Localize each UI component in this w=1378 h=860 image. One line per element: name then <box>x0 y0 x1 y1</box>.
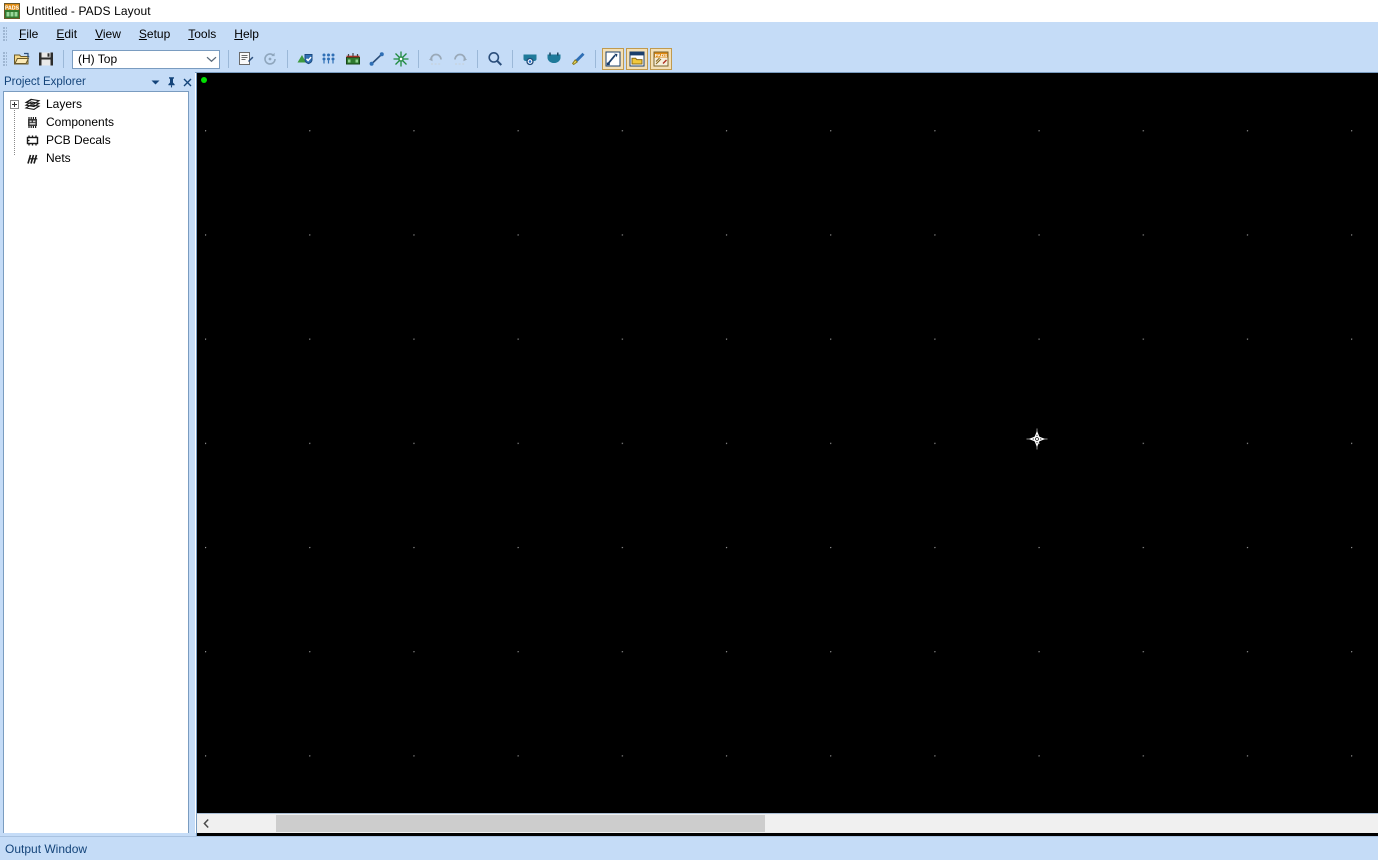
menu-setup-label: etup <box>146 27 171 41</box>
menu-view[interactable]: View <box>86 25 130 43</box>
menu-setup[interactable]: Setup <box>130 25 179 43</box>
project-explorer-tree: Layers Components PCB Decals Nets <box>3 91 189 860</box>
toolbar-separator-1 <box>63 50 64 68</box>
toolbar-separator-2 <box>228 50 229 68</box>
components-icon <box>24 115 41 130</box>
query-part-button[interactable] <box>519 48 541 70</box>
menu-bar: File Edit View Setup Tools Help <box>0 22 1378 46</box>
menu-help-label: elp <box>242 27 259 41</box>
toolbar-separator-3 <box>287 50 288 68</box>
origin-marker <box>201 77 207 83</box>
expand-layers-icon[interactable] <box>10 99 19 109</box>
pads-layout-window: PADS Untitled - PADS Layout File Edit Vi… <box>0 0 1378 860</box>
board-outline-button[interactable] <box>342 48 364 70</box>
layout-canvas[interactable] <box>197 73 1378 814</box>
tree-item-pcb-decals[interactable]: PCB Decals <box>4 131 188 149</box>
menu-file-label: ile <box>26 27 39 41</box>
refresh-button[interactable] <box>259 48 281 70</box>
design-grid <box>197 73 1378 814</box>
chevron-down-icon[interactable] <box>147 75 163 90</box>
layer-select-value: (H) Top <box>78 52 118 66</box>
pin-icon[interactable] <box>163 75 179 90</box>
tree-item-nets[interactable]: Nets <box>4 149 188 167</box>
tree-item-label: PCB Decals <box>46 133 111 147</box>
toolbar-separator-6 <box>512 50 513 68</box>
toolbar-separator-5 <box>477 50 478 68</box>
pads-router-button[interactable] <box>602 48 624 70</box>
window-title: Untitled - PADS Layout <box>26 4 151 18</box>
project-explorer-header: Project Explorer <box>0 73 195 91</box>
layers-icon <box>24 97 41 112</box>
nets-icon <box>24 151 41 166</box>
pads-layout-button[interactable]: PADS <box>650 48 672 70</box>
toolbar-grip-handle[interactable] <box>3 52 7 66</box>
project-explorer-title: Project Explorer <box>4 76 86 88</box>
menu-tools[interactable]: Tools <box>179 25 225 43</box>
pcb-decals-icon <box>24 133 41 148</box>
pads-app-icon: PADS <box>4 3 20 19</box>
chevron-down-icon[interactable] <box>203 51 219 68</box>
menu-view-label: iew <box>102 27 121 41</box>
output-window-label[interactable]: Output Window <box>0 842 87 856</box>
tree-item-components[interactable]: Components <box>4 113 188 131</box>
tree-item-label: Layers <box>46 97 83 111</box>
redo-button[interactable] <box>449 48 471 70</box>
menu-tools-label: ools <box>194 27 217 41</box>
layout-canvas-area[interactable] <box>196 72 1378 836</box>
tree-item-layers[interactable]: Layers <box>4 95 188 113</box>
menu-edit-label: dit <box>64 27 78 41</box>
menu-grip-handle[interactable] <box>3 27 7 41</box>
scroll-left-button[interactable] <box>197 814 215 833</box>
scrollbar-thumb[interactable] <box>276 814 765 832</box>
title-bar: PADS Untitled - PADS Layout <box>0 0 1378 22</box>
svg-text:PADS: PADS <box>655 53 667 58</box>
undo-button[interactable] <box>425 48 447 70</box>
crosshair-diamond-cursor <box>1025 427 1049 451</box>
design-toolbar-button[interactable] <box>294 48 316 70</box>
open-button[interactable] <box>11 48 33 70</box>
ecomode-toolbar-button[interactable] <box>318 48 340 70</box>
tree-item-label: Components <box>46 115 115 129</box>
menu-edit[interactable]: Edit <box>47 25 86 43</box>
drafting-toolbar-button[interactable] <box>235 48 257 70</box>
layer-select[interactable]: (H) Top <box>72 49 220 69</box>
route-line-button[interactable] <box>366 48 388 70</box>
menu-help[interactable]: Help <box>225 25 268 43</box>
main-toolbar: (H) Top PADS <box>0 46 1378 73</box>
menu-file[interactable]: File <box>10 25 47 43</box>
sweep-button[interactable] <box>567 48 589 70</box>
scrollbar-track[interactable] <box>215 814 1378 833</box>
zoom-button[interactable] <box>484 48 506 70</box>
pads-logic-button[interactable] <box>626 48 648 70</box>
toolbar-separator-4 <box>418 50 419 68</box>
tree-item-label: Nets <box>46 151 71 165</box>
split-plane-button[interactable] <box>390 48 412 70</box>
close-icon[interactable] <box>179 75 195 90</box>
status-bar: Output Window <box>0 836 1378 860</box>
project-explorer-dock: Project Explorer Layers Components PCB D… <box>0 72 195 860</box>
save-button[interactable] <box>35 48 57 70</box>
canvas-horizontal-scrollbar[interactable] <box>196 813 1378 833</box>
measure-button[interactable] <box>543 48 565 70</box>
toolbar-separator-7 <box>595 50 596 68</box>
